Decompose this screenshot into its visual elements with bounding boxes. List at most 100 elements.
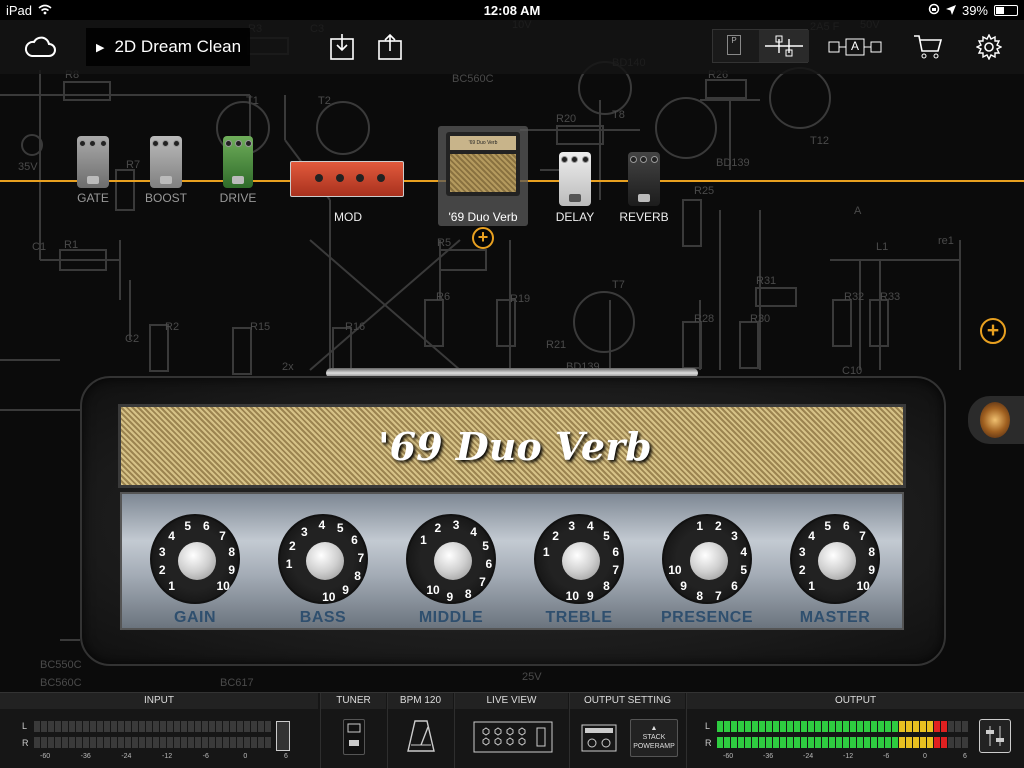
delay-pedal[interactable]: [559, 152, 591, 206]
share-icon[interactable]: [376, 29, 404, 65]
meter-segment: [34, 737, 40, 748]
meter-segment: [209, 737, 215, 748]
drive-pedal[interactable]: [223, 136, 253, 188]
top-toolbar: ▶ 2D Dream Clean P A: [0, 20, 1024, 74]
meter-segment: [906, 721, 912, 732]
meter-segment: [181, 721, 187, 732]
meter-segment: [731, 721, 737, 732]
meter-segment: [836, 721, 842, 732]
meter-segment: [265, 721, 271, 732]
output-header: OUTPUT: [687, 693, 1024, 709]
meter-segment: [195, 721, 201, 732]
meter-segment: [717, 737, 723, 748]
knob-cap: [178, 542, 216, 580]
amp-output-icon: [580, 721, 618, 760]
import-icon[interactable]: [328, 29, 356, 65]
knob-number: 2: [714, 519, 722, 534]
svg-text:BC617: BC617: [220, 677, 254, 689]
meter-segment: [139, 737, 145, 748]
bpm-header: BPM 120: [388, 693, 453, 709]
meter-segment: [857, 737, 863, 748]
mixer-icon: [986, 726, 1004, 746]
ab-compare-button[interactable]: A: [828, 29, 882, 65]
meter-segment: [125, 737, 131, 748]
meter-scale-tick: -24: [803, 753, 814, 760]
knob-number: 4: [808, 528, 815, 543]
gate-pedal[interactable]: [77, 136, 109, 188]
meter-segment: [913, 737, 919, 748]
output-meter-right: [717, 737, 968, 748]
knob-number: 2: [798, 563, 806, 578]
svg-text:2x: 2x: [282, 361, 294, 373]
meter-segment: [878, 721, 884, 732]
knob-number: 1: [420, 533, 427, 548]
stack-poweramp-button[interactable]: ▲ STACK POWERAMP: [630, 719, 678, 757]
ios-status-bar: iPad 12:08 AM 39%: [0, 0, 1024, 20]
knob-number: 1: [168, 579, 175, 594]
preset-name: 2D Dream Clean: [114, 37, 242, 56]
meter-segment: [41, 721, 47, 732]
input-gain-slider[interactable]: [276, 721, 290, 751]
routing-toggle[interactable]: P: [712, 29, 809, 63]
knob-number: 10: [216, 579, 230, 594]
meter-segment: [132, 721, 138, 732]
output-volume-button[interactable]: [979, 719, 1011, 753]
pedal-route-icon[interactable]: P: [727, 35, 741, 55]
knob-number: 8: [696, 588, 704, 603]
add-effect-button[interactable]: +: [980, 318, 1006, 344]
meter-segment: [871, 721, 877, 732]
knob-number: 5: [824, 519, 832, 534]
metronome-icon: [406, 719, 436, 758]
meter-scale-tick: -36: [763, 753, 774, 760]
meter-segment: [160, 737, 166, 748]
meter-segment: [920, 721, 926, 732]
knob-number: 4: [318, 518, 326, 533]
meter-segment: [962, 721, 968, 732]
cloud-icon[interactable]: [22, 29, 58, 65]
meter-segment: [258, 721, 264, 732]
knob-label: BASS: [299, 609, 347, 626]
svg-text:R28: R28: [694, 313, 714, 325]
knob-number: 3: [452, 518, 460, 533]
meter-segment: [90, 721, 96, 732]
meter-segment: [801, 721, 807, 732]
meter-segment: [132, 737, 138, 748]
reverb-pedal[interactable]: [628, 152, 660, 206]
meter-segment: [899, 721, 905, 732]
meter-segment: [927, 721, 933, 732]
mod-rack-unit[interactable]: [290, 161, 404, 197]
meter-segment: [962, 737, 968, 748]
tuner-pedal-icon: [343, 719, 365, 755]
meter-segment: [850, 721, 856, 732]
meter-segment: [244, 737, 250, 748]
tuner-section[interactable]: TUNER: [320, 693, 386, 768]
output-setting-section[interactable]: OUTPUT SETTING ▲ STACK POWERAMP: [569, 693, 685, 768]
svg-text:R2: R2: [165, 321, 179, 333]
knob-number: 6: [731, 579, 738, 594]
input-ch-l: L: [22, 721, 28, 731]
meter-scale-tick: -60: [40, 753, 51, 760]
meter-segment: [111, 737, 117, 748]
meter-segment: [118, 721, 124, 732]
meter-scale-tick: 0: [923, 753, 927, 760]
boost-pedal[interactable]: [150, 136, 182, 188]
knob-number: 1: [285, 557, 293, 572]
battery-percent: 39%: [961, 3, 988, 18]
amp-slot-selected[interactable]: '69 Duo Verb '69 Duo Verb: [438, 126, 528, 226]
tube-power-button[interactable]: [968, 396, 1024, 444]
output-ch-l: L: [705, 721, 711, 731]
meter-segment: [48, 721, 54, 732]
meter-segment: [787, 721, 793, 732]
preset-selector[interactable]: ▶ 2D Dream Clean: [86, 28, 250, 66]
live-view-section[interactable]: LIVE VIEW: [454, 693, 568, 768]
knob-label: GAIN: [174, 609, 216, 626]
bpm-section[interactable]: BPM 120: [387, 693, 453, 768]
meter-segment: [822, 737, 828, 748]
meter-segment: [801, 737, 807, 748]
meter-scale-tick: 6: [284, 753, 288, 760]
gear-icon[interactable]: [974, 29, 1004, 65]
add-cab-button[interactable]: +: [472, 227, 494, 249]
chain-route-icon[interactable]: [759, 30, 809, 62]
cart-icon[interactable]: [912, 29, 944, 65]
output-ch-r: R: [705, 738, 712, 748]
